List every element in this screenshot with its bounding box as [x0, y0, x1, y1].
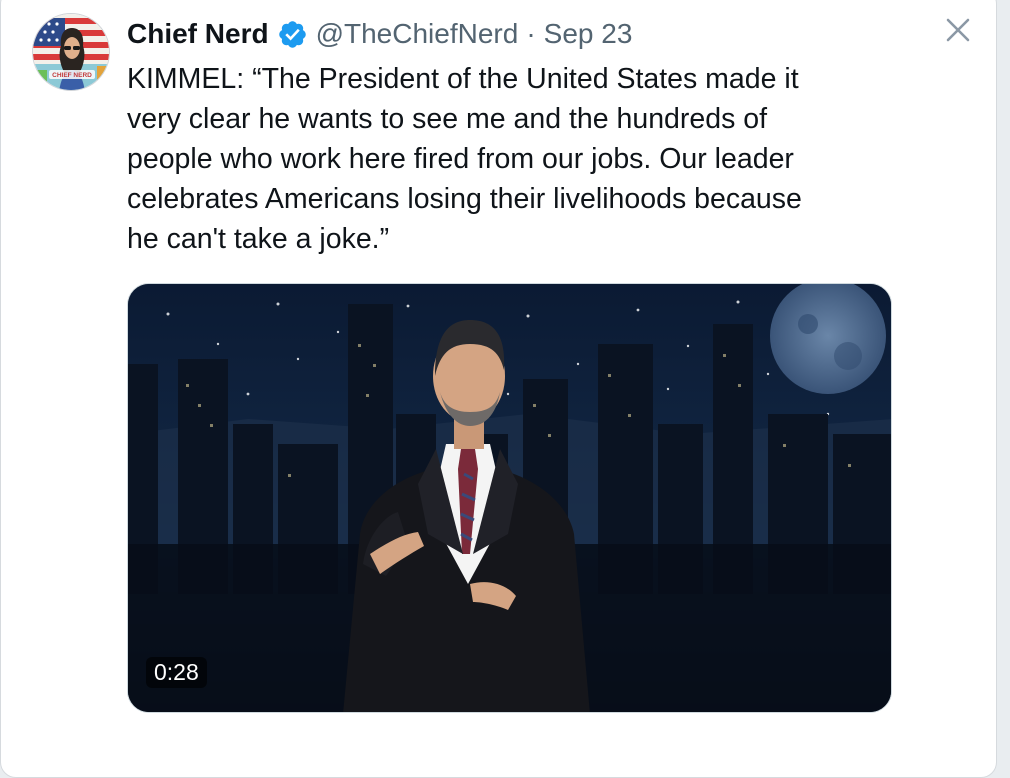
avatar-badge-text: CHIEF NERD [52, 72, 92, 79]
author-handle[interactable]: @TheChiefNerd [316, 17, 519, 51]
video-thumbnail [128, 284, 891, 712]
author-display-name[interactable]: Chief Nerd [127, 17, 269, 51]
tweet-header: Chief Nerd @TheChiefNerd · Sep 23 [127, 17, 632, 51]
video-duration: 0:28 [146, 657, 207, 688]
verified-badge-icon [277, 19, 308, 50]
avatar-image: CHIEF NERD [33, 14, 109, 90]
close-icon[interactable] [941, 13, 975, 47]
tweet-video[interactable]: 0:28 [127, 283, 892, 713]
tweet-card: CHIEF NERD Chief Nerd @TheChiefNerd · Se… [0, 0, 997, 778]
author-avatar[interactable]: CHIEF NERD [32, 13, 110, 91]
tweet-text: KIMMEL: “The President of the United Sta… [127, 63, 802, 255]
tweet-date[interactable]: Sep 23 [544, 17, 633, 51]
separator-dot: · [526, 18, 536, 49]
